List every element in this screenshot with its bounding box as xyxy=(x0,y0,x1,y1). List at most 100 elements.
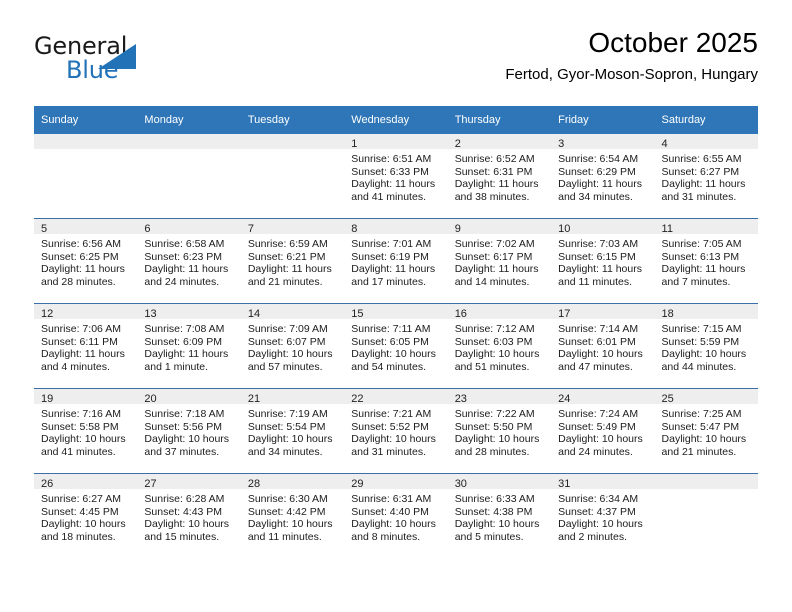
calendar-day-cell[interactable]: 16 Sunrise: 7:12 AM Sunset: 6:03 PM Dayligh… xyxy=(447,304,552,388)
day-details: Sunrise: 6:59 AM Sunset: 6:21 PM Daylight:… xyxy=(241,234,344,288)
sunrise-text: Sunrise: 6:30 AM xyxy=(247,493,328,505)
calendar-day-cell[interactable]: 3 Sunrise: 6:54 AM Sunset: 6:29 PM Daylight… xyxy=(551,134,655,218)
calendar-day-cell[interactable]: 20 Sunrise: 7:18 AM Sunset: 5:56 PM Dayligh… xyxy=(137,389,241,473)
calendar-day-cell[interactable]: 22 Sunrise: 7:21 AM Sunset: 5:52 PM Dayligh… xyxy=(344,389,448,473)
day-number: 4 xyxy=(654,134,758,150)
daylight-text: Daylight: 10 hours and 11 minutes. xyxy=(247,518,333,543)
day-number: 19 xyxy=(34,389,138,405)
calendar-day-cell[interactable]: 5 Sunrise: 6:56 AM Sunset: 6:25 PM Daylight… xyxy=(34,219,138,303)
calendar-day-cell[interactable]: 14 Sunrise: 7:09 AM Sunset: 6:07 PM Dayligh… xyxy=(240,304,345,388)
sunset-text: Sunset: 6:07 PM xyxy=(247,335,326,348)
day-number: 30 xyxy=(447,474,552,490)
day-details: Sunrise: 6:31 AM Sunset: 4:40 PM Daylight:… xyxy=(344,489,447,543)
day-details: Sunrise: 7:06 AM Sunset: 6:11 PM Daylight:… xyxy=(34,319,137,373)
sunset-text: Sunset: 6:33 PM xyxy=(351,165,429,178)
calendar-day-cell[interactable]: 29 Sunrise: 6:31 AM Sunset: 4:40 PM Dayligh… xyxy=(344,474,448,558)
day-details: Sunrise: 7:11 AM Sunset: 6:05 PM Daylight:… xyxy=(344,319,447,373)
sunrise-text: Sunrise: 6:34 AM xyxy=(558,493,639,505)
calendar-day-cell[interactable]: 30 Sunrise: 6:33 AM Sunset: 4:38 PM Dayligh… xyxy=(447,474,552,558)
sunset-text: Sunset: 5:56 PM xyxy=(144,420,223,433)
calendar-day-cell[interactable]: 18 Sunrise: 7:15 AM Sunset: 5:59 PM Dayligh… xyxy=(654,304,758,388)
calendar-day-cell[interactable]: 24 Sunrise: 7:24 AM Sunset: 5:49 PM Dayligh… xyxy=(551,389,655,473)
calendar-day-cell[interactable]: 9 Sunrise: 7:02 AM Sunset: 6:17 PM Daylight… xyxy=(447,219,552,303)
calendar-week-row: 5 Sunrise: 6:56 AM Sunset: 6:25 PM Daylight… xyxy=(34,218,758,304)
sunset-text: Sunset: 6:19 PM xyxy=(351,250,429,263)
daylight-text: Daylight: 11 hours and 34 minutes. xyxy=(558,178,642,203)
sunset-text: Sunset: 6:23 PM xyxy=(144,250,223,263)
weekday-header-sunday: Sunday xyxy=(34,106,138,134)
day-number: 16 xyxy=(447,304,552,320)
calendar-day-cell[interactable]: 15 Sunrise: 7:11 AM Sunset: 6:05 PM Dayligh… xyxy=(344,304,448,388)
day-number: 10 xyxy=(551,219,655,235)
calendar-day-cell[interactable]: 8 Sunrise: 7:01 AM Sunset: 6:19 PM Daylight… xyxy=(344,219,448,303)
calendar-day-cell[interactable]: 6 Sunrise: 6:58 AM Sunset: 6:23 PM Daylight… xyxy=(137,219,241,303)
daylight-text: Daylight: 10 hours and 51 minutes. xyxy=(454,348,540,373)
daylight-text: Daylight: 11 hours and 4 minutes. xyxy=(41,348,125,373)
sunset-text: Sunset: 6:29 PM xyxy=(558,165,636,178)
day-number xyxy=(137,134,241,149)
calendar-day-cell[interactable]: 26 Sunrise: 6:27 AM Sunset: 4:45 PM Dayligh… xyxy=(34,474,138,558)
sunrise-text: Sunrise: 7:06 AM xyxy=(41,323,121,335)
sunrise-text: Sunrise: 7:09 AM xyxy=(247,323,328,335)
day-number: 15 xyxy=(344,304,448,320)
calendar-day-cell[interactable]: 31 Sunrise: 6:34 AM Sunset: 4:37 PM Dayligh… xyxy=(551,474,655,558)
day-details: Sunrise: 7:22 AM Sunset: 5:50 PM Daylight:… xyxy=(448,404,551,458)
day-number: 1 xyxy=(344,134,448,150)
day-number: 9 xyxy=(447,219,552,235)
daylight-text: Daylight: 11 hours and 38 minutes. xyxy=(454,178,539,203)
daylight-text: Daylight: 10 hours and 34 minutes. xyxy=(247,433,333,458)
calendar-day-cell[interactable]: 1 Sunrise: 6:51 AM Sunset: 6:33 PM Daylight… xyxy=(344,134,448,218)
calendar-day-cell[interactable]: 4 Sunrise: 6:55 AM Sunset: 6:27 PM Daylight… xyxy=(654,134,758,218)
day-details: Sunrise: 7:12 AM Sunset: 6:03 PM Daylight:… xyxy=(448,319,551,373)
day-details: Sunrise: 7:09 AM Sunset: 6:07 PM Daylight:… xyxy=(241,319,344,373)
calendar-day-cell[interactable]: 23 Sunrise: 7:22 AM Sunset: 5:50 PM Dayligh… xyxy=(447,389,552,473)
sunrise-text: Sunrise: 6:51 AM xyxy=(351,153,432,165)
day-number: 21 xyxy=(240,389,345,405)
brand-name-blue: Blue xyxy=(66,56,119,84)
day-details: Sunrise: 7:08 AM Sunset: 6:09 PM Daylight:… xyxy=(137,319,240,373)
sunrise-text: Sunrise: 6:56 AM xyxy=(41,238,121,250)
sunset-text: Sunset: 5:54 PM xyxy=(247,420,326,433)
daylight-text: Daylight: 11 hours and 11 minutes. xyxy=(558,263,642,288)
sunset-text: Sunset: 5:47 PM xyxy=(661,420,740,433)
calendar-day-cell[interactable]: 21 Sunrise: 7:19 AM Sunset: 5:54 PM Dayligh… xyxy=(240,389,345,473)
daylight-text: Daylight: 10 hours and 24 minutes. xyxy=(558,433,643,458)
calendar-day-cell[interactable]: 19 Sunrise: 7:16 AM Sunset: 5:58 PM Dayligh… xyxy=(34,389,138,473)
title-block: October 2025 Fertod, Gyor-Moson-Sopron, … xyxy=(505,26,758,86)
daylight-text: Daylight: 10 hours and 47 minutes. xyxy=(558,348,643,373)
sunrise-text: Sunrise: 7:22 AM xyxy=(454,408,535,420)
daylight-text: Daylight: 10 hours and 8 minutes. xyxy=(351,518,436,543)
calendar-day-cell[interactable]: 2 Sunrise: 6:52 AM Sunset: 6:31 PM Daylight… xyxy=(447,134,552,218)
calendar-day-cell[interactable]: 11 Sunrise: 7:05 AM Sunset: 6:13 PM Dayligh… xyxy=(654,219,758,303)
day-number: 20 xyxy=(137,389,241,405)
day-details: Sunrise: 7:14 AM Sunset: 6:01 PM Daylight:… xyxy=(551,319,654,373)
calendar-day-cell[interactable]: 7 Sunrise: 6:59 AM Sunset: 6:21 PM Daylight… xyxy=(240,219,345,303)
calendar-day-cell[interactable]: 13 Sunrise: 7:08 AM Sunset: 6:09 PM Dayligh… xyxy=(137,304,241,388)
calendar-day-cell[interactable]: 17 Sunrise: 7:14 AM Sunset: 6:01 PM Dayligh… xyxy=(551,304,655,388)
sunset-text: Sunset: 5:52 PM xyxy=(351,420,429,433)
daylight-text: Daylight: 10 hours and 41 minutes. xyxy=(41,433,126,458)
day-number: 25 xyxy=(654,389,758,405)
sunset-text: Sunset: 6:15 PM xyxy=(558,250,636,263)
sunset-text: Sunset: 4:37 PM xyxy=(558,505,636,518)
sunrise-text: Sunrise: 7:02 AM xyxy=(454,238,535,250)
calendar-day-cell[interactable]: 27 Sunrise: 6:28 AM Sunset: 4:43 PM Dayligh… xyxy=(137,474,241,558)
day-details: Sunrise: 6:58 AM Sunset: 6:23 PM Daylight:… xyxy=(137,234,240,288)
daylight-text: Daylight: 10 hours and 21 minutes. xyxy=(661,433,747,458)
calendar-day-cell[interactable]: 10 Sunrise: 7:03 AM Sunset: 6:15 PM Dayligh… xyxy=(551,219,655,303)
daylight-text: Daylight: 11 hours and 28 minutes. xyxy=(41,263,125,288)
calendar-week-row: 19 Sunrise: 7:16 AM Sunset: 5:58 PM Dayligh… xyxy=(34,388,758,474)
calendar-day-cell[interactable]: 28 Sunrise: 6:30 AM Sunset: 4:42 PM Dayligh… xyxy=(240,474,345,558)
sunset-text: Sunset: 6:31 PM xyxy=(454,165,533,178)
daylight-text: Daylight: 11 hours and 31 minutes. xyxy=(661,178,746,203)
day-details: Sunrise: 6:27 AM Sunset: 4:45 PM Daylight:… xyxy=(34,489,137,543)
day-details: Sunrise: 7:25 AM Sunset: 5:47 PM Daylight:… xyxy=(655,404,758,458)
calendar-day-cell[interactable]: 25 Sunrise: 7:25 AM Sunset: 5:47 PM Dayligh… xyxy=(654,389,758,473)
day-details: Sunrise: 7:02 AM Sunset: 6:17 PM Daylight:… xyxy=(448,234,551,288)
day-details: Sunrise: 6:55 AM Sunset: 6:27 PM Daylight:… xyxy=(655,149,758,203)
day-number: 17 xyxy=(551,304,655,320)
day-details: Sunrise: 7:05 AM Sunset: 6:13 PM Daylight:… xyxy=(655,234,758,288)
calendar-day-cell[interactable]: 12 Sunrise: 7:06 AM Sunset: 6:11 PM Dayligh… xyxy=(34,304,138,388)
sunset-text: Sunset: 5:49 PM xyxy=(558,420,636,433)
weekday-header-friday: Friday xyxy=(551,106,655,134)
